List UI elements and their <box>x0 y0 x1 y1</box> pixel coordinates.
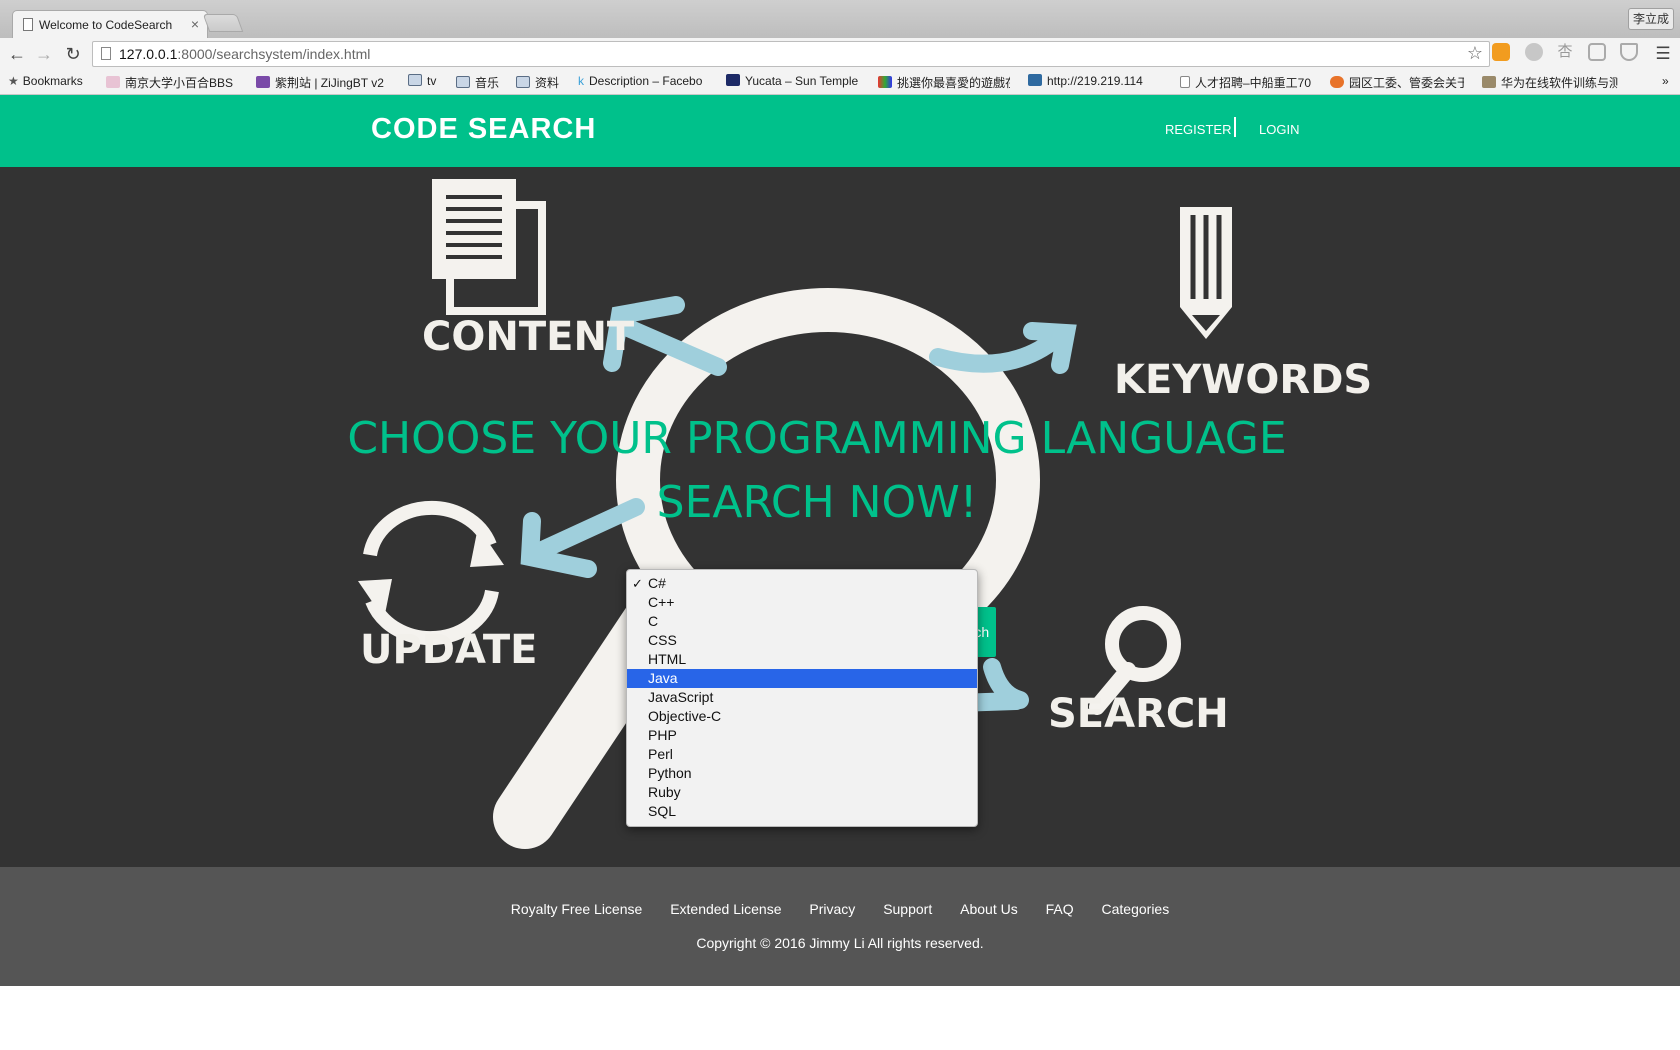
pencil-icon <box>1180 207 1232 339</box>
bookmark-item[interactable]: 紫荆站 | ZiJingBT v2 <box>256 74 384 91</box>
bookmark-folder[interactable]: 资料 <box>516 74 568 91</box>
footer-links: Royalty Free License Extended License Pr… <box>0 901 1680 917</box>
translate-extension-icon[interactable]: 杏 <box>1556 43 1574 61</box>
back-icon[interactable]: ← <box>6 43 28 65</box>
folder-icon <box>408 74 422 86</box>
site-icon <box>878 76 892 88</box>
language-option[interactable]: Python <box>627 764 977 783</box>
copyright-text: Copyright © 2016 Jimmy Li All rights res… <box>696 935 984 951</box>
star-icon: ★ <box>8 74 19 88</box>
language-option[interactable]: C++ <box>627 593 977 612</box>
site-icon <box>1028 74 1042 86</box>
address-bar[interactable]: 127.0.0.1:8000/searchsystem/index.html ☆ <box>92 41 1490 67</box>
bookmark-folder[interactable]: tv <box>408 74 452 88</box>
bookmark-item[interactable]: ★ Bookmarks <box>8 74 94 88</box>
close-icon[interactable]: × <box>191 16 199 32</box>
url-text: 127.0.0.1:8000/searchsystem/index.html <box>119 46 370 62</box>
footer-link-royalty-free[interactable]: Royalty Free License <box>511 901 643 917</box>
hero-headline: CHOOSE YOUR PROGRAMMING LANGUAGE <box>347 413 1287 464</box>
adblock-extension-icon[interactable] <box>1620 43 1638 61</box>
tab-welcome[interactable]: Welcome to CodeSearch × <box>12 10 208 38</box>
language-option[interactable]: HTML <box>627 650 977 669</box>
shield-extension-icon[interactable] <box>1588 43 1606 61</box>
bookmark-folder[interactable]: 音乐 <box>456 74 506 91</box>
art-label-search: SEARCH <box>1048 691 1229 737</box>
document-icon <box>432 179 546 315</box>
bookmark-item[interactable]: 南京大学小百合BBS - ... <box>106 74 236 91</box>
language-option[interactable]: Perl <box>627 745 977 764</box>
site-icon <box>256 76 270 88</box>
language-option[interactable]: CSS <box>627 631 977 650</box>
footer-link-extended[interactable]: Extended License <box>670 901 781 917</box>
folder-icon <box>516 76 530 88</box>
language-option[interactable]: PHP <box>627 726 977 745</box>
bookmark-item[interactable]: Yucata – Sun Temple <box>726 74 860 88</box>
menu-icon[interactable]: ☰ <box>1652 43 1674 65</box>
footer-link-about[interactable]: About Us <box>960 901 1018 917</box>
art-label-update: UPDATE <box>360 627 538 673</box>
site-icon: k <box>578 74 584 88</box>
footer-link-privacy[interactable]: Privacy <box>809 901 855 917</box>
footer-link-categories[interactable]: Categories <box>1102 901 1170 917</box>
site-header: CODE SEARCH REGISTER LOGIN <box>0 95 1680 167</box>
page-icon <box>23 18 33 31</box>
site-icon <box>726 74 740 86</box>
bookmark-star-icon[interactable]: ☆ <box>1467 43 1483 64</box>
more-bookmarks-button[interactable]: » <box>1662 74 1676 88</box>
language-option[interactable]: SQL <box>627 802 977 821</box>
bookmark-item[interactable]: 人才招聘–中船重工70 <box>1180 74 1312 91</box>
language-option[interactable]: Ruby <box>627 783 977 802</box>
bookmark-item[interactable]: 华为在线软件训练与测 <box>1482 74 1618 91</box>
language-option[interactable]: ✓ C# <box>627 574 977 593</box>
url-host: 127.0.0.1 <box>119 46 178 62</box>
site-icon <box>1482 76 1496 88</box>
folder-icon <box>456 76 470 88</box>
bookmark-item[interactable]: 园区工委、管委会关于 <box>1330 74 1464 91</box>
extension-icon[interactable] <box>1525 43 1543 61</box>
new-tab-button[interactable] <box>202 14 244 32</box>
bookmarks-bar: ★Bookmarks 南京大学小百合BBS - ... 紫荆站 | ZiJing… <box>0 70 1680 95</box>
language-option-highlighted[interactable]: Java <box>627 669 977 688</box>
footer-link-support[interactable]: Support <box>883 901 932 917</box>
art-label-keywords: KEYWORDS <box>1114 357 1373 403</box>
site-icon <box>106 76 120 88</box>
language-option[interactable]: Objective-C <box>627 707 977 726</box>
hero-subheadline: SEARCH NOW! <box>656 477 978 528</box>
site-icon <box>1330 76 1344 88</box>
page-icon <box>101 47 111 60</box>
forward-icon[interactable]: → <box>33 43 55 65</box>
music-extension-icon[interactable] <box>1492 43 1510 61</box>
bookmark-item[interactable]: k Description – Facebo <box>578 74 712 88</box>
language-option[interactable]: JavaScript <box>627 688 977 707</box>
footer-link-faq[interactable]: FAQ <box>1046 901 1074 917</box>
browser-chrome: Welcome to CodeSearch × 李立成 ← → ↻ 127.0.… <box>0 0 1680 95</box>
hero-section: CONTENT KEYWORDS UPDATE SEARCH CHOOSE YO… <box>0 167 1680 867</box>
url-path: :8000/searchsystem/index.html <box>177 46 371 62</box>
language-select-dropdown[interactable]: ✓ C# C++ C CSS HTML Java JavaScript Objec… <box>626 569 978 827</box>
login-link[interactable]: LOGIN <box>1259 122 1299 137</box>
site-footer: Royalty Free License Extended License Pr… <box>0 867 1680 986</box>
tab-strip: Welcome to CodeSearch × 李立成 <box>0 0 1680 38</box>
browser-toolbar: ← → ↻ 127.0.0.1:8000/searchsystem/index.… <box>0 38 1680 70</box>
page-icon <box>1180 76 1190 88</box>
tab-title: Welcome to CodeSearch <box>39 18 173 32</box>
bookmark-item[interactable]: http://219.219.114 <box>1028 74 1160 88</box>
language-option[interactable]: C <box>627 612 977 631</box>
site-logo[interactable]: CODE SEARCH <box>371 113 596 146</box>
art-label-content: CONTENT <box>422 314 635 360</box>
reload-icon[interactable]: ↻ <box>62 43 84 65</box>
checkmark-icon: ✓ <box>632 576 643 591</box>
nav-divider <box>1234 117 1236 137</box>
bookmark-item[interactable]: 挑選你最喜愛的遊戲在 <box>878 74 1010 91</box>
register-link[interactable]: REGISTER <box>1165 122 1231 137</box>
profile-button[interactable]: 李立成 <box>1628 8 1674 30</box>
